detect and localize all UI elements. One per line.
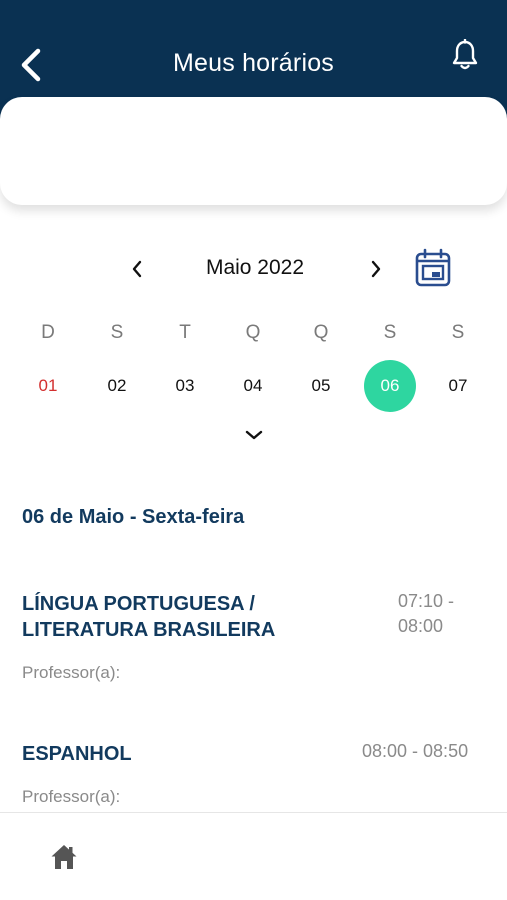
selected-date-heading: 06 de Maio - Sexta-feira bbox=[22, 506, 245, 528]
expand-calendar-button[interactable] bbox=[240, 424, 268, 446]
bottom-navigation bbox=[0, 812, 507, 900]
month-label: Maio 2022 bbox=[205, 256, 305, 279]
month-navigator: Maio 2022 bbox=[0, 248, 507, 288]
day-02[interactable]: 02 bbox=[91, 360, 143, 412]
professor-label: Professor(a): bbox=[22, 787, 121, 806]
info-card bbox=[0, 97, 507, 205]
calendar-picker-button[interactable] bbox=[414, 248, 452, 288]
time-line: 07:10 - bbox=[398, 591, 455, 611]
subject-line: LITERATURA BRASILEIRA bbox=[22, 619, 276, 641]
subject-line: ESPANHOL bbox=[22, 743, 132, 765]
home-button[interactable] bbox=[50, 843, 82, 875]
chevron-right-icon bbox=[371, 260, 381, 278]
weekday-label: Q bbox=[245, 322, 261, 343]
previous-month-button[interactable] bbox=[122, 254, 152, 284]
day-03[interactable]: 03 bbox=[159, 360, 211, 412]
class-subject: ESPANHOL bbox=[22, 741, 352, 767]
day-05[interactable]: 05 bbox=[295, 360, 347, 412]
professor-label: Professor(a): bbox=[22, 663, 121, 682]
day-07[interactable]: 07 bbox=[432, 360, 484, 412]
weekday-header: D S T Q Q S S bbox=[0, 322, 507, 348]
day-01[interactable]: 01 bbox=[22, 360, 74, 412]
weekday-label: S bbox=[451, 322, 465, 343]
weekday-label: T bbox=[179, 322, 191, 343]
week-days-row: 01 02 03 04 05 06 07 bbox=[0, 360, 507, 414]
subject-line: LÍNGUA PORTUGUESA / bbox=[22, 593, 255, 615]
class-subject: LÍNGUA PORTUGUESA / LITERATURA BRASILEIR… bbox=[22, 591, 352, 643]
day-04[interactable]: 04 bbox=[227, 360, 279, 412]
chevron-down-icon bbox=[245, 430, 263, 440]
time-line: 08:00 - 08:50 bbox=[362, 741, 469, 761]
time-line: 08:00 bbox=[398, 616, 444, 636]
page-title: Meus horários bbox=[173, 49, 334, 77]
calendar-icon bbox=[415, 248, 451, 287]
next-month-button[interactable] bbox=[361, 254, 391, 284]
weekday-label: S bbox=[110, 322, 124, 343]
bell-icon bbox=[452, 39, 478, 70]
chevron-left-icon bbox=[132, 260, 142, 278]
weekday-label: S bbox=[383, 322, 397, 343]
class-time: 08:00 - 08:50 bbox=[362, 739, 468, 764]
weekday-label: Q bbox=[313, 322, 329, 343]
day-06-selected[interactable]: 06 bbox=[364, 360, 416, 412]
notifications-button[interactable] bbox=[448, 36, 482, 74]
home-icon bbox=[51, 845, 77, 869]
class-time: 07:10 - 08:00 bbox=[398, 589, 454, 639]
weekday-label: D bbox=[41, 322, 55, 343]
